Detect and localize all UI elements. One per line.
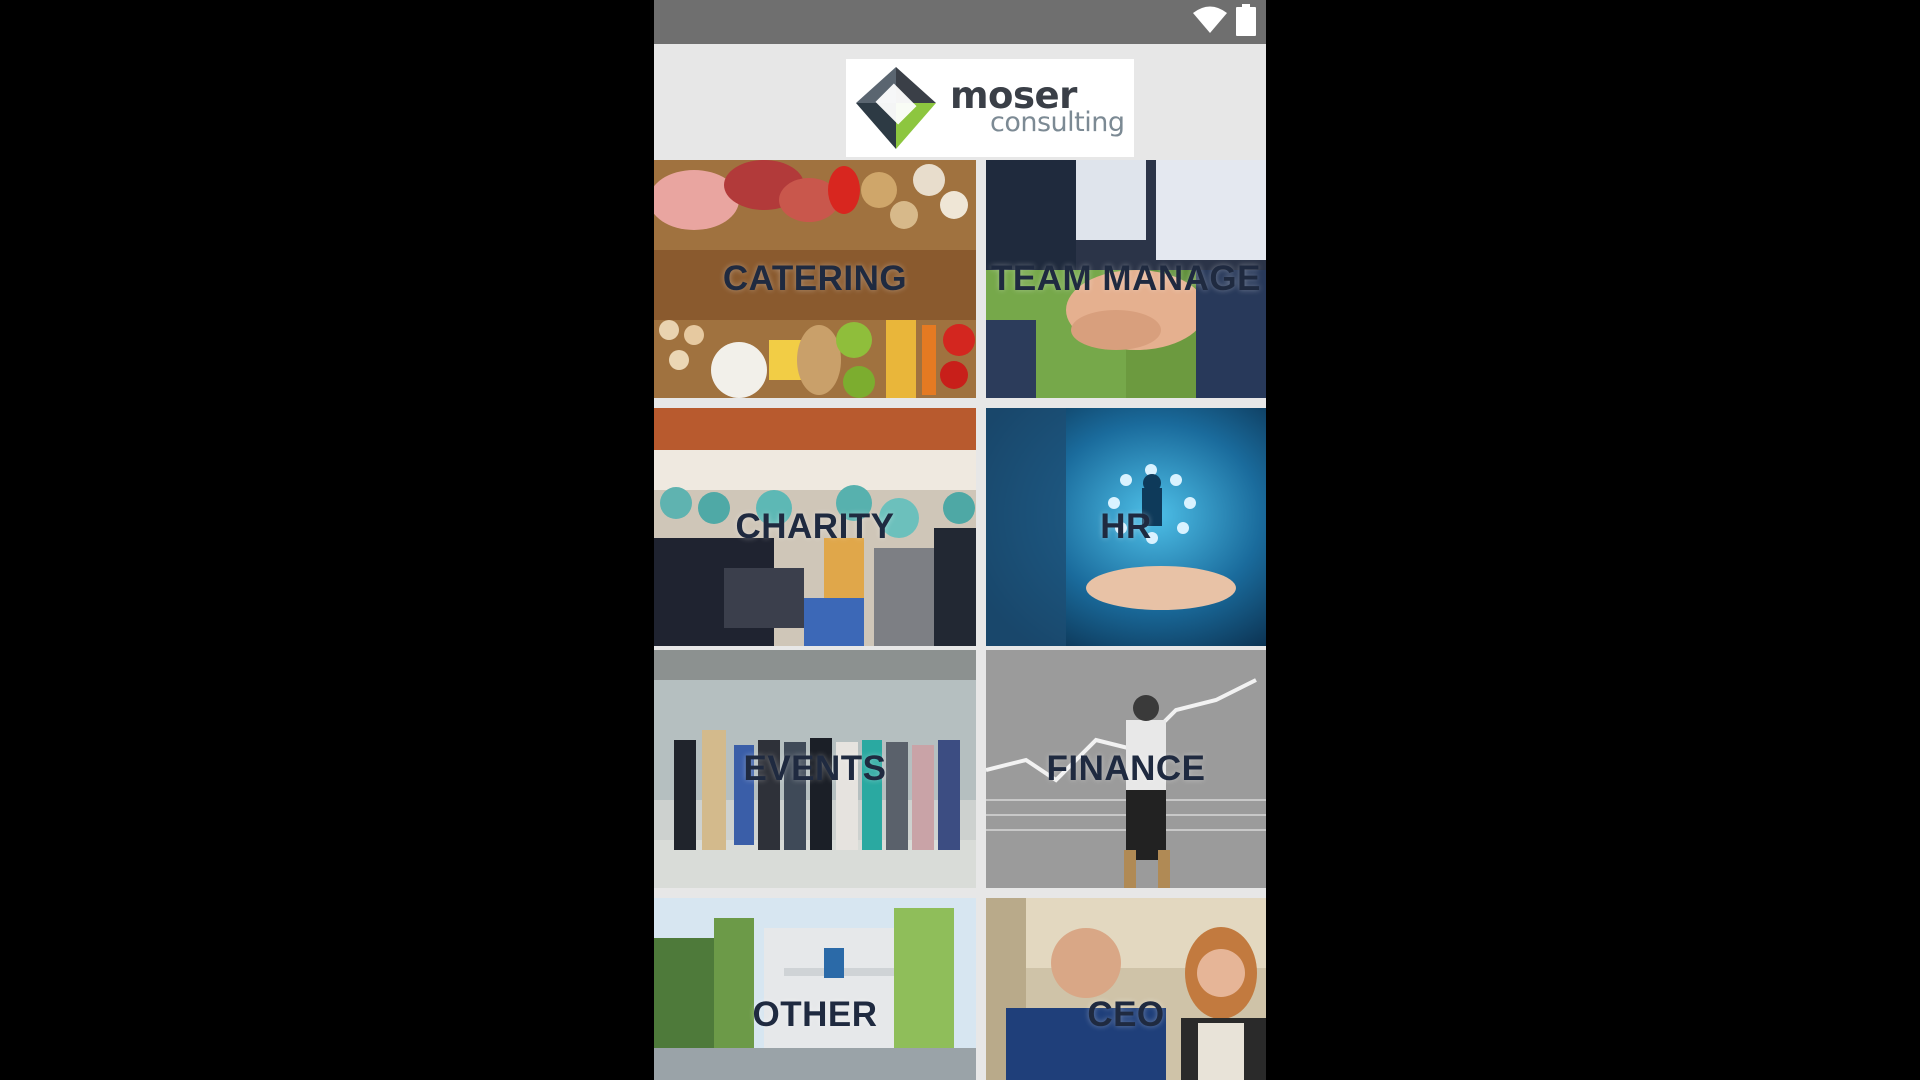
- logo-word-consulting: consulting: [990, 107, 1125, 138]
- company-logo[interactable]: moser consulting: [846, 59, 1134, 157]
- tile-label: TEAM MANAGE: [991, 259, 1261, 298]
- tile-label: CEO: [1087, 995, 1165, 1034]
- tile-events[interactable]: EVENTS: [654, 650, 976, 888]
- app-header: moser consulting: [654, 44, 1266, 160]
- app-screen: moser consulting CATERING TEAM MANAGE CH…: [654, 0, 1266, 1080]
- logo-mark-icon: [856, 67, 936, 149]
- tile-label: FINANCE: [1046, 749, 1206, 788]
- tile-label: EVENTS: [743, 749, 887, 788]
- wifi-icon: [1192, 6, 1228, 39]
- tile-label: CHARITY: [735, 507, 895, 546]
- battery-icon: [1236, 3, 1256, 41]
- tile-label: CATERING: [722, 259, 908, 298]
- tile-team-manage[interactable]: TEAM MANAGE: [986, 160, 1266, 398]
- tile-catering[interactable]: CATERING: [654, 160, 976, 398]
- tile-hr[interactable]: HR: [986, 408, 1266, 646]
- tile-other[interactable]: OTHER: [654, 898, 976, 1080]
- tile-label: HR: [1100, 507, 1152, 546]
- tile-label: OTHER: [752, 995, 878, 1034]
- tile-ceo[interactable]: CEO: [986, 898, 1266, 1080]
- status-icons: [1192, 3, 1256, 41]
- other-image: [654, 898, 976, 1080]
- ceo-image: [986, 898, 1266, 1080]
- tile-finance[interactable]: FINANCE: [986, 650, 1266, 888]
- status-bar: [654, 0, 1266, 44]
- tile-charity[interactable]: CHARITY: [654, 408, 976, 646]
